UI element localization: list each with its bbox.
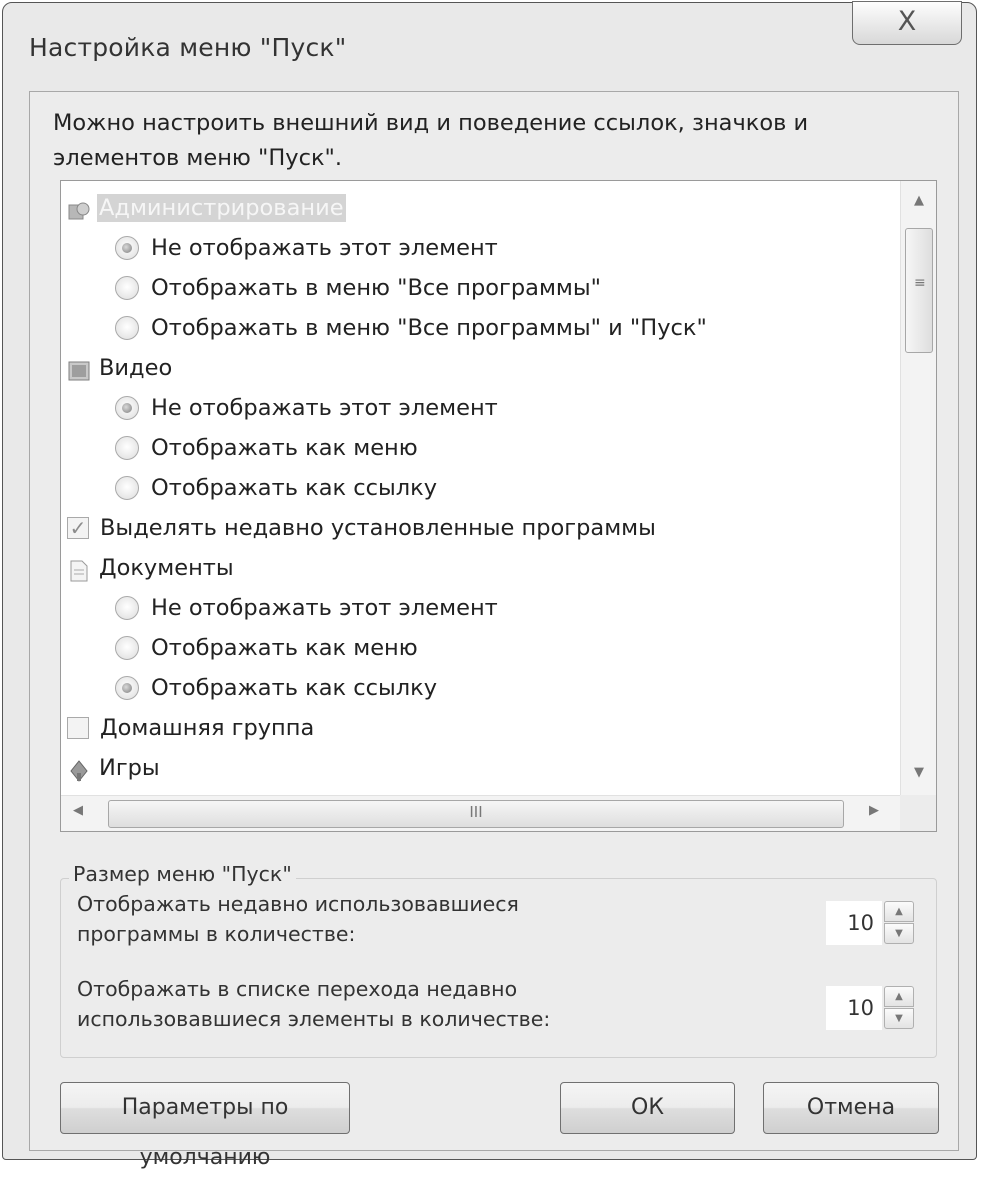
grip-icon: ≡	[914, 275, 926, 291]
start-menu-options-tree[interactable]: Администрирование Не отображать этот элем…	[60, 180, 937, 832]
radio-option[interactable]: Отображать как ссылку	[115, 467, 439, 507]
category-label: Видео	[99, 354, 173, 381]
radio-button[interactable]	[115, 475, 139, 500]
documents-icon	[67, 556, 91, 581]
tree-category[interactable]: Видео	[67, 347, 174, 387]
group-title: Размер меню "Пуск"	[69, 862, 296, 886]
horizontal-scrollbar[interactable]: ◀ III ▶	[61, 795, 902, 831]
dialog-title: Настройка меню "Пуск"	[29, 33, 347, 62]
radio-option-label: Отображать в меню "Все программы" и "Пус…	[151, 314, 707, 341]
defaults-button[interactable]: Параметры по умолчанию	[60, 1082, 350, 1170]
radio-option[interactable]: Не отображать этот элемент	[115, 587, 500, 627]
stepper-down-icon[interactable]: ▼	[884, 1008, 914, 1029]
scroll-left-icon[interactable]: ◀	[73, 803, 83, 818]
jump-list-stepper[interactable]: 10 ▲ ▼	[826, 986, 916, 1030]
grip-icon: III	[469, 803, 483, 821]
dialog-description: Можно настроить внешний вид и поведение …	[53, 110, 809, 171]
scroll-right-icon[interactable]: ▶	[869, 803, 879, 818]
category-label: Игры	[99, 754, 160, 781]
radio-option-label: Не отображать этот элемент	[151, 394, 498, 421]
horizontal-scroll-thumb[interactable]: III	[108, 800, 844, 828]
radio-option-label: Отображать как ссылку	[151, 674, 438, 701]
radio-option[interactable]: Отображать как меню	[115, 627, 420, 667]
start-menu-size-group: Размер меню "Пуск" Отображать недавно ис…	[60, 862, 937, 1058]
stepper-up-icon[interactable]: ▲	[884, 901, 914, 922]
checkbox[interactable]: ✓	[67, 516, 89, 539]
recent-programs-value[interactable]: 10	[826, 901, 882, 945]
radio-option[interactable]: Отображать как ссылку	[115, 667, 439, 707]
recent-programs-stepper[interactable]: 10 ▲ ▼	[826, 901, 916, 945]
stepper-down-icon[interactable]: ▼	[884, 923, 914, 944]
radio-button[interactable]	[115, 235, 139, 260]
category-label: Документы	[99, 554, 234, 581]
category-label: Администрирование	[97, 193, 346, 222]
recent-programs-label: Отображать недавно использовавшиеся прог…	[77, 892, 519, 946]
checkbox-option[interactable]: ✓ Выделять недавно установленные программ…	[67, 507, 658, 547]
radio-option[interactable]: Не отображать этот элемент	[115, 227, 500, 267]
stepper-up-icon[interactable]: ▲	[884, 986, 914, 1007]
games-icon	[67, 756, 91, 782]
tree-category[interactable]: Игры	[67, 747, 162, 787]
radio-option-label: Отображать как меню	[151, 634, 418, 661]
vertical-scroll-thumb[interactable]: ≡	[905, 228, 933, 353]
cancel-button[interactable]: Отмена	[763, 1082, 939, 1134]
radio-option-label: Отображать как ссылку	[151, 474, 438, 501]
tree-category[interactable]: Документы	[67, 547, 236, 587]
ok-button[interactable]: ОК	[560, 1082, 735, 1134]
radio-option-label: Не отображать этот элемент	[151, 594, 498, 621]
radio-option[interactable]: Отображать в меню "Все программы" и "Пус…	[115, 307, 709, 347]
close-button[interactable]: X	[852, 1, 962, 45]
admin-tools-icon	[67, 196, 91, 220]
radio-button[interactable]	[115, 435, 139, 460]
dialog-body: Можно настроить внешний вид и поведение …	[29, 91, 959, 1170]
radio-button[interactable]	[115, 635, 139, 660]
jump-list-label: Отображать в списке перехода недавно исп…	[77, 977, 551, 1031]
scrollbar-corner	[900, 795, 936, 831]
radio-button[interactable]	[115, 675, 139, 700]
vertical-scrollbar[interactable]: ▲ ≡ ▼	[900, 181, 936, 796]
jump-list-value[interactable]: 10	[826, 986, 882, 1030]
checkbox-label: Выделять недавно установленные программы	[100, 514, 656, 541]
scroll-up-icon[interactable]: ▲	[901, 193, 936, 208]
radio-option-label: Не отображать этот элемент	[151, 234, 498, 261]
scroll-down-icon[interactable]: ▼	[901, 765, 936, 780]
checkbox-label: Домашняя группа	[100, 714, 315, 741]
radio-option[interactable]: Не отображать этот элемент	[115, 387, 500, 427]
radio-option-label: Отображать в меню "Все программы"	[151, 274, 601, 301]
radio-button[interactable]	[115, 395, 139, 420]
radio-button[interactable]	[115, 595, 139, 620]
checkbox[interactable]	[67, 716, 89, 739]
radio-option-label: Отображать как меню	[151, 434, 418, 461]
start-menu-settings-dialog: Настройка меню "Пуск" X Можно настроить …	[2, 1, 977, 1170]
checkbox-option[interactable]: Домашняя группа	[67, 707, 316, 747]
radio-option[interactable]: Отображать как меню	[115, 427, 420, 467]
radio-button[interactable]	[115, 275, 139, 300]
video-icon	[67, 356, 91, 380]
close-icon: X	[897, 6, 917, 37]
radio-button[interactable]	[115, 315, 139, 340]
tree-category[interactable]: Администрирование	[67, 187, 346, 227]
radio-option[interactable]: Отображать в меню "Все программы"	[115, 267, 603, 307]
